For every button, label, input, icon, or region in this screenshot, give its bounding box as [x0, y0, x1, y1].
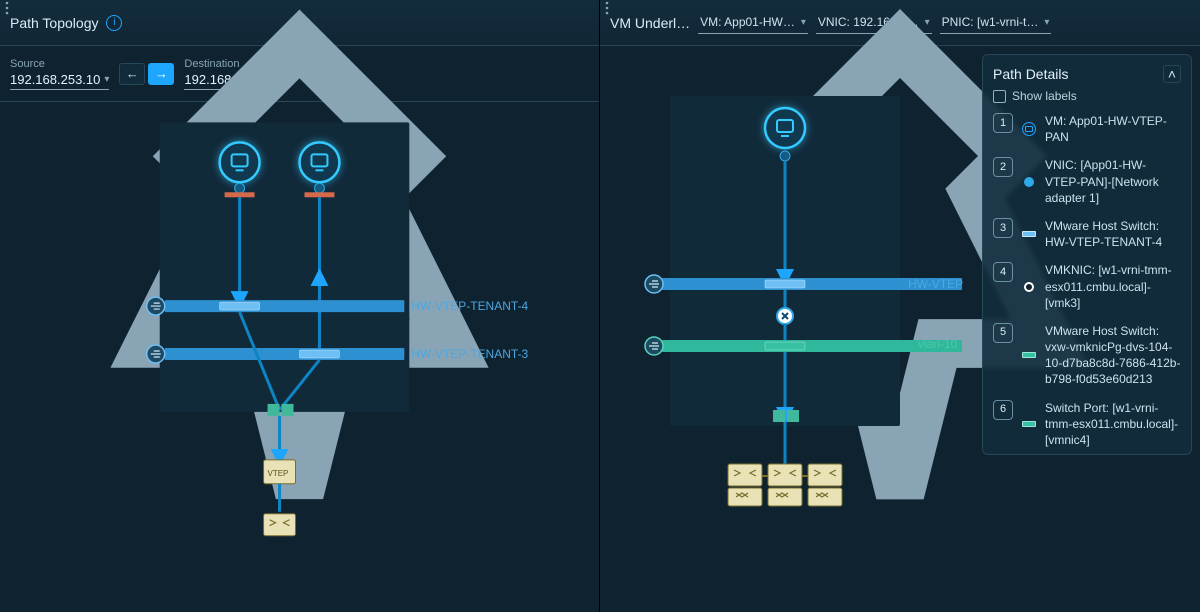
- step-number: 5: [993, 323, 1013, 343]
- phys-switch-3[interactable]: [808, 464, 842, 486]
- step-text: Switch Port: [w1-vrni-tmm-esx011.cmbu.lo…: [1045, 400, 1181, 449]
- phys-switch-2[interactable]: [768, 464, 802, 486]
- tenant-b-label: HW-VTEP-TENANT-3: [411, 347, 528, 361]
- step-icon: [1021, 262, 1037, 311]
- net-b-label: vlan-10: [918, 337, 958, 351]
- step-text: VMware Host Switch: vxw-vmknicPg-dvs-104…: [1045, 323, 1181, 388]
- path-step[interactable]: 6 Switch Port: [w1-vrni-tmm-esx011.cmbu.l…: [993, 400, 1181, 449]
- path-step[interactable]: 4 VMKNIC: [w1-vrni-tmm-esx011.cmbu.local]…: [993, 262, 1181, 311]
- details-title: Path Details: [993, 66, 1068, 82]
- path-details-panel: Path Details ˄ Show labels 1 VM: App01-HW…: [982, 54, 1192, 455]
- tenant-a-label: HW-VTEP-TENANT-4: [411, 299, 528, 313]
- phys-switch-2b[interactable]: [768, 488, 802, 506]
- step-icon: [1021, 113, 1037, 145]
- left-header: Path Topology i: [0, 0, 599, 46]
- vm-underlay-pane: VM Underl… VM: App01-HW…▾ VNIC: 192.168.…: [600, 0, 1200, 612]
- step-number: 4: [993, 262, 1013, 282]
- step-number: 6: [993, 400, 1013, 420]
- kebab-icon[interactable]: [565, 11, 589, 35]
- step-number: 3: [993, 218, 1013, 238]
- phys-switch-1b[interactable]: [728, 488, 762, 506]
- path-step[interactable]: 2 VNIC: [App01-HW-VTEP-PAN]-[Network adap…: [993, 157, 1181, 206]
- path-step[interactable]: 5 VMware Host Switch: vxw-vmknicPg-dvs-10…: [993, 323, 1181, 388]
- step-number: 2: [993, 157, 1013, 177]
- step-number: 1: [993, 113, 1013, 133]
- step-text: VMKNIC: [w1-vrni-tmm-esx011.cmbu.local]-…: [1045, 262, 1181, 311]
- net-a-label: HW-VTEP: [908, 277, 963, 291]
- vtep-switch[interactable]: VTEP: [264, 460, 296, 484]
- step-icon: [1021, 157, 1037, 206]
- path-step[interactable]: 1 VM: App01-HW-VTEP-PAN: [993, 113, 1181, 145]
- checkbox-icon: [993, 90, 1006, 103]
- phys-switch[interactable]: [264, 514, 296, 536]
- kebab-icon[interactable]: [1166, 11, 1190, 35]
- collapse-icon[interactable]: ˄: [1163, 65, 1181, 83]
- path-step[interactable]: 3 VMware Host Switch: HW-VTEP-TENANT-4: [993, 218, 1181, 250]
- edge-icon: [147, 345, 165, 363]
- show-labels-toggle[interactable]: Show labels: [993, 89, 1181, 103]
- edge-icon: [645, 337, 663, 355]
- phys-switch-1[interactable]: [728, 464, 762, 486]
- vm-node-source[interactable]: [220, 142, 260, 182]
- right-header: VM Underl… VM: App01-HW…▾ VNIC: 192.168.…: [600, 0, 1200, 46]
- step-icon: [1021, 323, 1037, 388]
- edge-icon: [147, 297, 165, 315]
- svg-text:VTEP: VTEP: [268, 469, 289, 478]
- step-icon: [1021, 218, 1037, 250]
- edge-icon: [645, 275, 663, 293]
- path-steps-list: 1 VM: App01-HW-VTEP-PAN 2 VNIC: [App01-HW-V…: [993, 113, 1181, 448]
- path-topology-pane: Path Topology i Source 192.168.253.10 ▾ …: [0, 0, 600, 612]
- step-text: VNIC: [App01-HW-VTEP-PAN]-[Network adapt…: [1045, 157, 1181, 206]
- step-text: VM: App01-HW-VTEP-PAN: [1045, 113, 1181, 145]
- phys-switch-3b[interactable]: [808, 488, 842, 506]
- vm-node-dest[interactable]: [300, 142, 340, 182]
- vm-node[interactable]: [765, 108, 805, 148]
- step-text: VMware Host Switch: HW-VTEP-TENANT-4: [1045, 218, 1181, 250]
- left-topology-canvas[interactable]: HW-VTEP-TENANT-4 HW-VTEP-TENANT-3 VTEP: [0, 102, 599, 612]
- step-icon: [1021, 400, 1037, 449]
- vmknic-node[interactable]: [777, 308, 793, 324]
